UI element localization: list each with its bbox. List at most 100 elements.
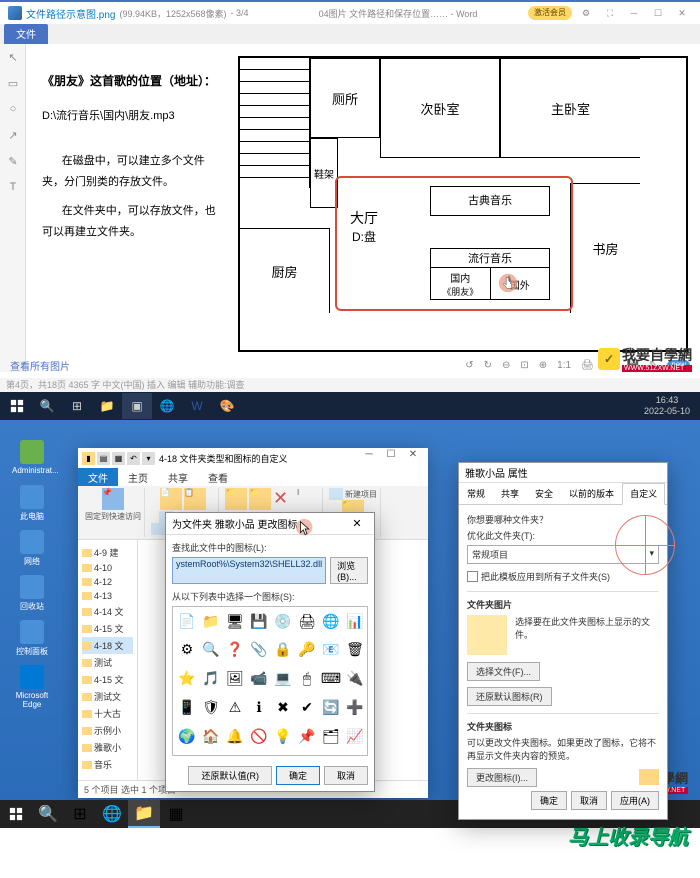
rotate-right-icon[interactable]: ↻ xyxy=(484,360,492,371)
maximize-icon[interactable]: ☐ xyxy=(380,449,402,467)
tree-item[interactable]: 4-15 文 xyxy=(82,671,133,688)
icon-option[interactable]: ⚠ xyxy=(225,697,245,717)
desktop-icon-control[interactable]: 控制面板 xyxy=(12,620,52,657)
icon-option[interactable]: 🎵 xyxy=(201,669,221,689)
tree-item[interactable]: 音乐 xyxy=(82,756,133,773)
icon-option[interactable]: 🌍 xyxy=(177,726,197,746)
tab-customize[interactable]: 自定义 xyxy=(622,483,665,505)
change-icon-button[interactable]: 更改图标(I)... xyxy=(467,768,537,787)
maximize-icon[interactable]: ☐ xyxy=(648,6,668,20)
tab-general[interactable]: 常规 xyxy=(459,483,493,504)
actual-size-icon[interactable]: 1:1 xyxy=(557,360,571,371)
icon-option[interactable]: 📊 xyxy=(345,611,365,631)
desktop-icon-admin[interactable]: Administrat... xyxy=(12,440,52,475)
icon-option[interactable]: ⚙ xyxy=(177,640,197,660)
tab-home[interactable]: 主页 xyxy=(118,468,158,486)
icon-option[interactable]: 🔔 xyxy=(225,726,245,746)
tree-item[interactable]: 4-12 xyxy=(82,575,133,589)
pin-icon[interactable]: 📌 xyxy=(102,488,124,510)
ok-button[interactable]: 确定 xyxy=(276,766,320,785)
icon-option[interactable]: 📱 xyxy=(177,697,197,717)
icon-option[interactable]: 🖥 xyxy=(225,611,245,631)
apply-template-checkbox[interactable]: 把此模板应用到所有子文件夹(S) xyxy=(467,570,659,583)
zoom-in-icon[interactable]: ⊕ xyxy=(539,360,547,371)
browse-button[interactable]: 浏览(B)... xyxy=(330,557,368,584)
restore-button[interactable]: 还原默认值(R) xyxy=(188,766,272,785)
icon-option[interactable]: 🖼 xyxy=(225,669,245,689)
tree-item[interactable]: 4-14 文 xyxy=(82,603,133,620)
icon-option[interactable]: 💿 xyxy=(273,611,293,631)
restore-default-button[interactable]: 还原默认图标(R) xyxy=(467,687,552,706)
tree-item[interactable]: 雅歌小 xyxy=(82,739,133,756)
tab-prev[interactable]: 以前的版本 xyxy=(561,483,622,504)
icon-option[interactable]: 🗂 xyxy=(321,726,341,746)
search-icon[interactable]: 🔍 xyxy=(32,393,62,419)
icon-path-input[interactable]: ystemRoot%\System32\SHELL32.dll xyxy=(172,557,326,584)
arrow-tool-icon[interactable]: ↗ xyxy=(0,122,26,148)
tab-security[interactable]: 安全 xyxy=(527,483,561,504)
tab-share[interactable]: 共享 xyxy=(158,468,198,486)
icon-option[interactable]: 🗑 xyxy=(345,640,365,660)
icon-option[interactable]: 💡 xyxy=(273,726,293,746)
icon-option[interactable]: 🔄 xyxy=(321,697,341,717)
icon-option[interactable]: 🔌 xyxy=(345,669,365,689)
apply-button[interactable]: 应用(A) xyxy=(611,791,659,810)
icon-option[interactable]: 🖱 xyxy=(297,669,317,689)
pointer-tool-icon[interactable]: ↖ xyxy=(0,44,26,70)
minimize-icon[interactable]: ─ xyxy=(624,6,644,20)
delete-icon[interactable]: ✕ xyxy=(273,488,295,510)
text-tool-icon[interactable]: T xyxy=(0,174,26,200)
rename-icon[interactable]: I xyxy=(297,488,319,510)
paste-icon[interactable]: 📋 xyxy=(184,488,206,510)
desktop-icon-recycle[interactable]: 回收站 xyxy=(12,575,52,612)
copy-icon[interactable]: 📄 xyxy=(160,488,182,510)
icon-option[interactable]: ➕ xyxy=(345,697,365,717)
icon-option[interactable]: 🛡 xyxy=(201,697,221,717)
icon-option[interactable]: 📈 xyxy=(345,726,365,746)
tab-file[interactable]: 文件 xyxy=(78,468,118,486)
icon-option[interactable]: ⌨ xyxy=(321,669,341,689)
icon-option[interactable]: 💻 xyxy=(273,669,293,689)
icon-option[interactable]: 🖨 xyxy=(297,611,317,631)
tree-item[interactable]: 测试 xyxy=(82,654,133,671)
tree-item[interactable]: 测试文 xyxy=(82,688,133,705)
clock[interactable]: 16:43 2022-05-10 xyxy=(644,395,698,417)
zoom-fit-icon[interactable]: ⊡ xyxy=(520,360,528,371)
icon-option[interactable]: 🔍 xyxy=(201,640,221,660)
rect-tool-icon[interactable]: ▭ xyxy=(0,70,26,96)
move-icon[interactable]: 📁 xyxy=(225,488,247,510)
icon-option[interactable]: 📹 xyxy=(249,669,269,689)
icon-option[interactable]: 🔑 xyxy=(297,640,317,660)
explorer-icon[interactable]: 📁 xyxy=(92,393,122,419)
tree-item[interactable]: 4-10 xyxy=(82,561,133,575)
icon-option[interactable]: 🏠 xyxy=(201,726,221,746)
ok-button[interactable]: 确定 xyxy=(531,791,567,810)
desktop-icon-pc[interactable]: 此电脑 xyxy=(12,485,52,522)
icon-option[interactable]: ❓ xyxy=(225,640,245,660)
icon-option[interactable]: 📧 xyxy=(321,640,341,660)
props-icon[interactable]: ▤ xyxy=(97,452,110,465)
new-icon[interactable]: ▦ xyxy=(112,452,125,465)
start-button[interactable] xyxy=(2,393,32,419)
icon-option[interactable]: 🔒 xyxy=(273,640,293,660)
print-icon[interactable]: 🖨 xyxy=(581,360,594,371)
tree-item[interactable]: 示例小 xyxy=(82,722,133,739)
premium-badge[interactable]: 激活会员 xyxy=(528,6,572,20)
close-icon[interactable]: ✕ xyxy=(346,517,368,530)
tree-item[interactable]: 4-15 文 xyxy=(82,620,133,637)
icon-option[interactable]: 📄 xyxy=(177,611,197,631)
paint-icon[interactable]: 🎨 xyxy=(212,393,242,419)
dropdown-icon[interactable]: ▾ xyxy=(142,452,155,465)
tree-item[interactable]: 4-9 建 xyxy=(82,544,133,561)
tree-item[interactable]: 4-18 文 xyxy=(82,637,133,654)
icon-option[interactable]: 💾 xyxy=(249,611,269,631)
fullscreen-icon[interactable]: ⛶ xyxy=(600,6,620,20)
rotate-left-icon[interactable]: ↺ xyxy=(465,360,473,371)
browser-icon[interactable]: 🌐 xyxy=(152,393,182,419)
icon-option[interactable]: 📌 xyxy=(297,726,317,746)
tab-share[interactable]: 共享 xyxy=(493,483,527,504)
undo-icon[interactable]: ↶ xyxy=(127,452,140,465)
cancel-button[interactable]: 取消 xyxy=(571,791,607,810)
icon-option[interactable]: ✖ xyxy=(273,697,293,717)
shortcut-icon[interactable] xyxy=(151,523,165,535)
